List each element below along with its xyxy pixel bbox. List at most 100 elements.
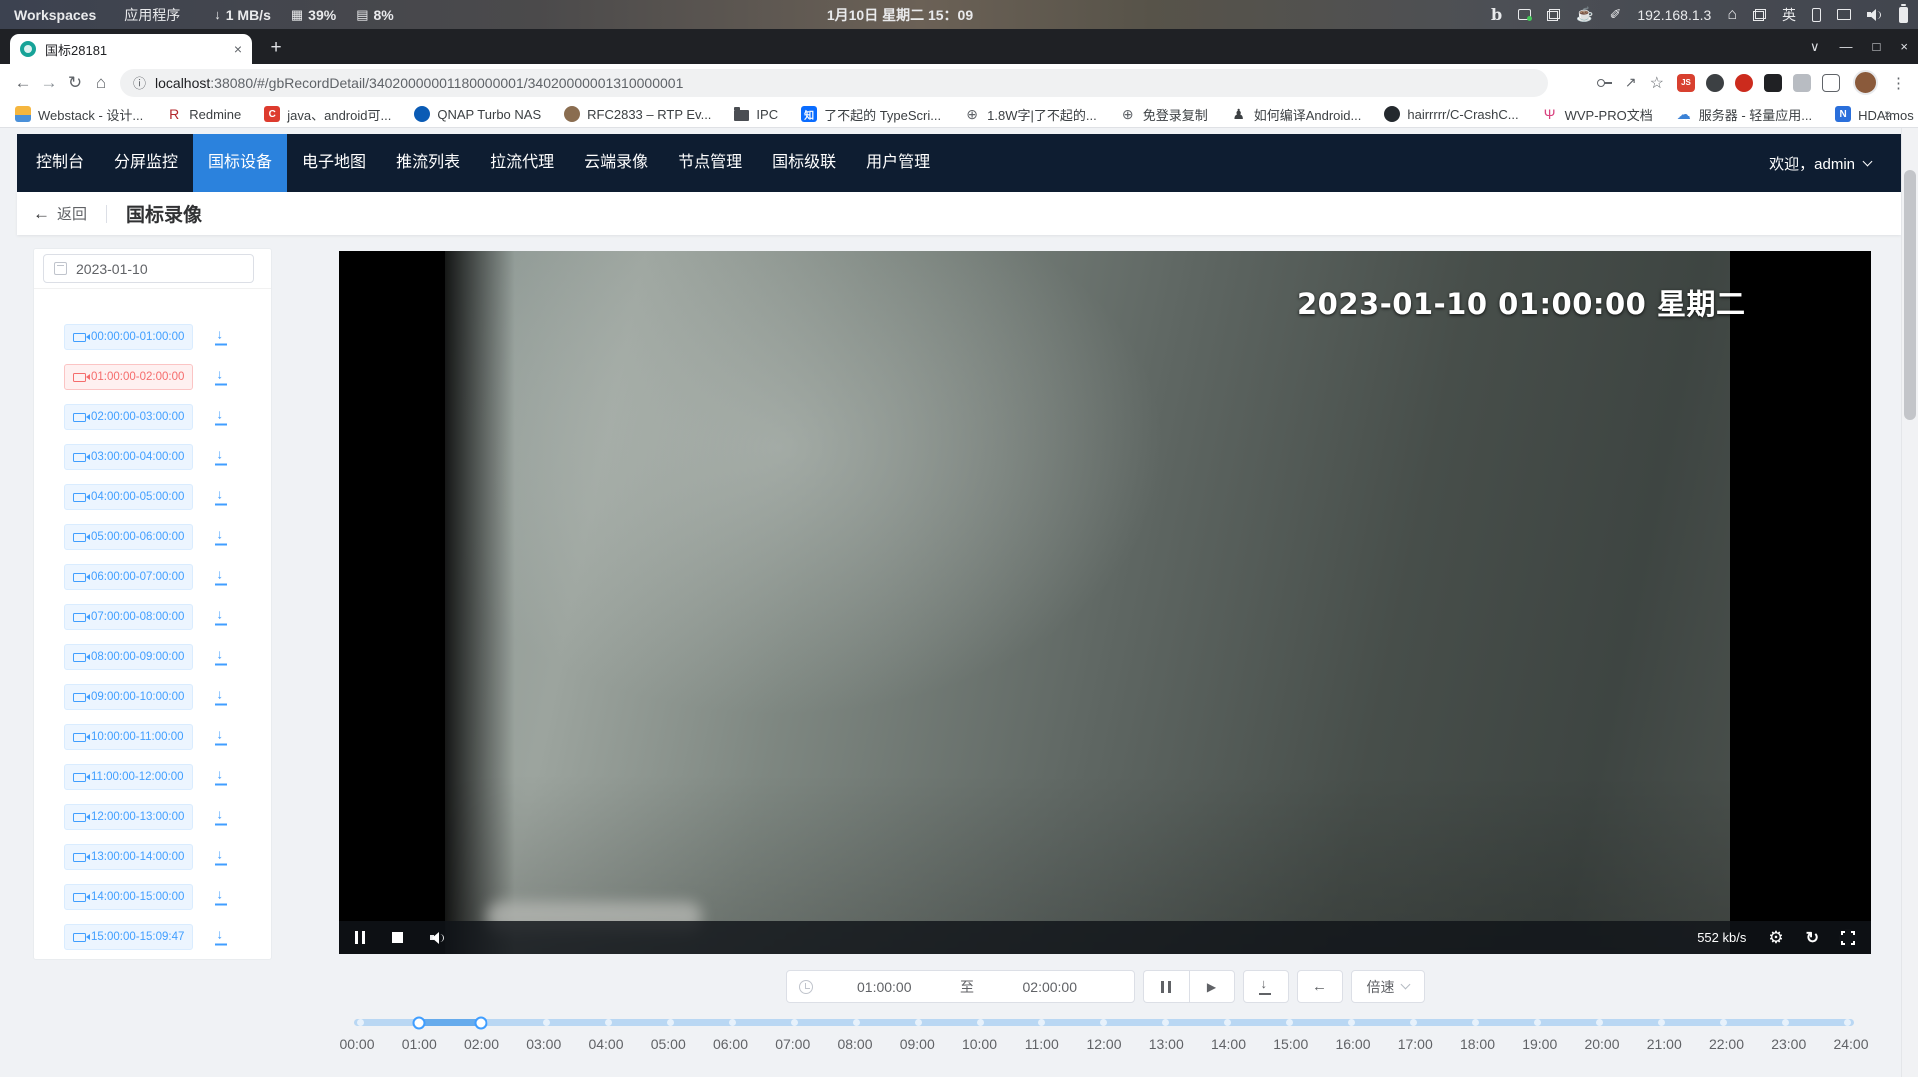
home-tray-icon[interactable] [1727,6,1737,24]
record-time-button[interactable]: 11:00:00-12:00:00 [64,764,193,790]
range-start-time[interactable]: 01:00:00 [813,979,957,995]
bookmark-item[interactable]: ☁服务器 - 轻量应用... [1676,105,1812,124]
input-method-indicator[interactable]: 英 [1782,5,1796,25]
record-time-button[interactable]: 10:00:00-11:00:00 [64,724,193,750]
bookmark-item[interactable]: QNAP Turbo NAS [414,106,541,122]
bookmark-item[interactable]: hairrrrr/C-CrashC... [1384,106,1518,122]
windows-tray-icon[interactable] [1753,9,1766,21]
record-time-button[interactable]: 12:00:00-13:00:00 [64,804,193,830]
record-time-button[interactable]: 15:00:00-15:09:47 [64,924,193,950]
workspaces-button[interactable]: Workspaces [14,7,96,23]
bookmark-item[interactable]: ⊕免登录复制 [1120,105,1208,124]
bookmark-item[interactable]: 知了不起的 TypeScri... [801,105,941,124]
bookmark-item[interactable]: ♟如何编译Android... [1231,105,1362,124]
scrollbar-thumb[interactable] [1904,170,1916,420]
pen-tray-icon[interactable] [1610,6,1622,23]
stop-icon[interactable] [392,932,403,943]
bookmark-star-icon[interactable]: ☆ [1650,73,1664,93]
maximize-icon[interactable]: □ [1873,39,1881,54]
nav-item[interactable]: 分屏监控 [99,134,193,192]
back-icon[interactable]: ← [10,73,36,93]
bookmark-item[interactable]: RFC2833 – RTP Ev... [564,106,711,122]
record-time-button[interactable]: 07:00:00-08:00:00 [64,604,193,630]
applications-button[interactable]: 应用程序 [124,5,180,25]
pause-button[interactable] [1143,970,1189,1003]
nav-item[interactable]: 拉流代理 [475,134,569,192]
record-time-button[interactable]: 01:00:00-02:00:00 [64,364,193,390]
record-download-icon[interactable] [214,329,229,346]
volume-tray-icon[interactable] [1867,9,1883,21]
browser-menu-icon[interactable]: ⋮ [1891,74,1906,92]
refresh-icon[interactable] [1806,928,1819,948]
record-download-icon[interactable] [214,569,229,586]
record-download-icon[interactable] [214,849,229,866]
tab-search-icon[interactable]: ∨ [1810,39,1820,55]
timeline-handle-start[interactable] [413,1016,426,1029]
back-arrow-icon[interactable]: ← [33,204,50,224]
record-download-icon[interactable] [214,689,229,706]
record-download-icon[interactable] [214,609,229,626]
ip-address[interactable]: 192.168.1.3 [1637,7,1711,23]
record-time-button[interactable]: 09:00:00-10:00:00 [64,684,193,710]
close-icon[interactable]: × [1900,39,1908,54]
phone-tray-icon[interactable] [1812,8,1821,22]
caffeine-tray-icon[interactable] [1576,6,1593,23]
record-download-icon[interactable] [214,929,229,946]
record-download-icon[interactable] [214,889,229,906]
bookmark-item[interactable]: ⊕1.8W字|了不起的... [964,105,1097,124]
bookmark-item[interactable]: Webstack - 设计... [15,105,143,124]
record-time-button[interactable]: 05:00:00-06:00:00 [64,524,193,550]
extension-icon[interactable] [1764,74,1782,92]
speed-dropdown[interactable]: 倍速 [1351,970,1425,1003]
record-time-button[interactable]: 14:00:00-15:00:00 [64,884,193,910]
password-manager-icon[interactable] [1597,75,1612,90]
profile-avatar[interactable] [1853,70,1878,95]
extension-icon[interactable]: JS [1677,74,1695,92]
fullscreen-icon[interactable] [1841,931,1855,945]
nav-item[interactable]: 节点管理 [663,134,757,192]
record-download-icon[interactable] [214,649,229,666]
home-icon[interactable]: ⌂ [88,73,114,93]
share-icon[interactable]: ↗ [1625,74,1637,91]
record-download-icon[interactable] [214,409,229,426]
nav-item[interactable]: 推流列表 [381,134,475,192]
bookmarks-overflow-icon[interactable]: » [1884,105,1892,121]
page-scrollbar[interactable] [1901,128,1918,1077]
screenshot-tray-icon[interactable] [1518,9,1531,20]
nav-item[interactable]: 电子地图 [287,134,381,192]
site-info-icon[interactable]: ⓘ [133,73,146,92]
bookmark-item[interactable]: IPC [734,107,778,122]
record-time-button[interactable]: 06:00:00-07:00:00 [64,564,193,590]
minimize-icon[interactable]: — [1840,39,1853,54]
address-bar[interactable]: ⓘ localhost:38080/#/gbRecordDetail/34020… [120,69,1548,97]
browser-tray-icon[interactable]: b [1491,5,1502,24]
taskbar-clock[interactable]: 1月10日 星期二 15：09 [760,5,1040,25]
record-download-icon[interactable] [214,809,229,826]
extension-icon[interactable] [1822,74,1840,92]
record-time-button[interactable]: 13:00:00-14:00:00 [64,844,193,870]
date-picker-input[interactable]: 2023-01-10 [43,254,254,283]
record-download-icon[interactable] [214,489,229,506]
display-tray-icon[interactable] [1837,9,1851,20]
record-download-icon[interactable] [214,729,229,746]
timeline-track[interactable] [354,1019,1854,1026]
bookmark-item[interactable]: ΨWVP-PRO文档 [1542,105,1653,124]
video-player[interactable]: 2023-01-10 01:00:00 星期二 552 kb/s [339,251,1871,954]
range-end-time[interactable]: 02:00:00 [978,979,1122,995]
browser-tab[interactable]: 国标28181 × [10,34,252,64]
bookmark-item[interactable]: Cjava、android可... [264,105,391,124]
nav-item[interactable]: 控制台 [21,134,99,192]
record-download-icon[interactable] [214,529,229,546]
bookmark-item[interactable]: RRedmine [166,106,241,122]
record-download-icon[interactable] [214,769,229,786]
nav-item[interactable]: 国标级联 [757,134,851,192]
extension-icon[interactable] [1793,74,1811,92]
timeline-handle-end[interactable] [475,1016,488,1029]
time-range-picker[interactable]: 01:00:00 至 02:00:00 [786,970,1135,1003]
back-button[interactable]: 返回 [57,203,87,224]
nav-item[interactable]: 云端录像 [569,134,663,192]
record-time-button[interactable]: 08:00:00-09:00:00 [64,644,193,670]
record-download-icon[interactable] [214,369,229,386]
record-time-button[interactable]: 02:00:00-03:00:00 [64,404,193,430]
nav-item[interactable]: 国标设备 [193,134,287,192]
